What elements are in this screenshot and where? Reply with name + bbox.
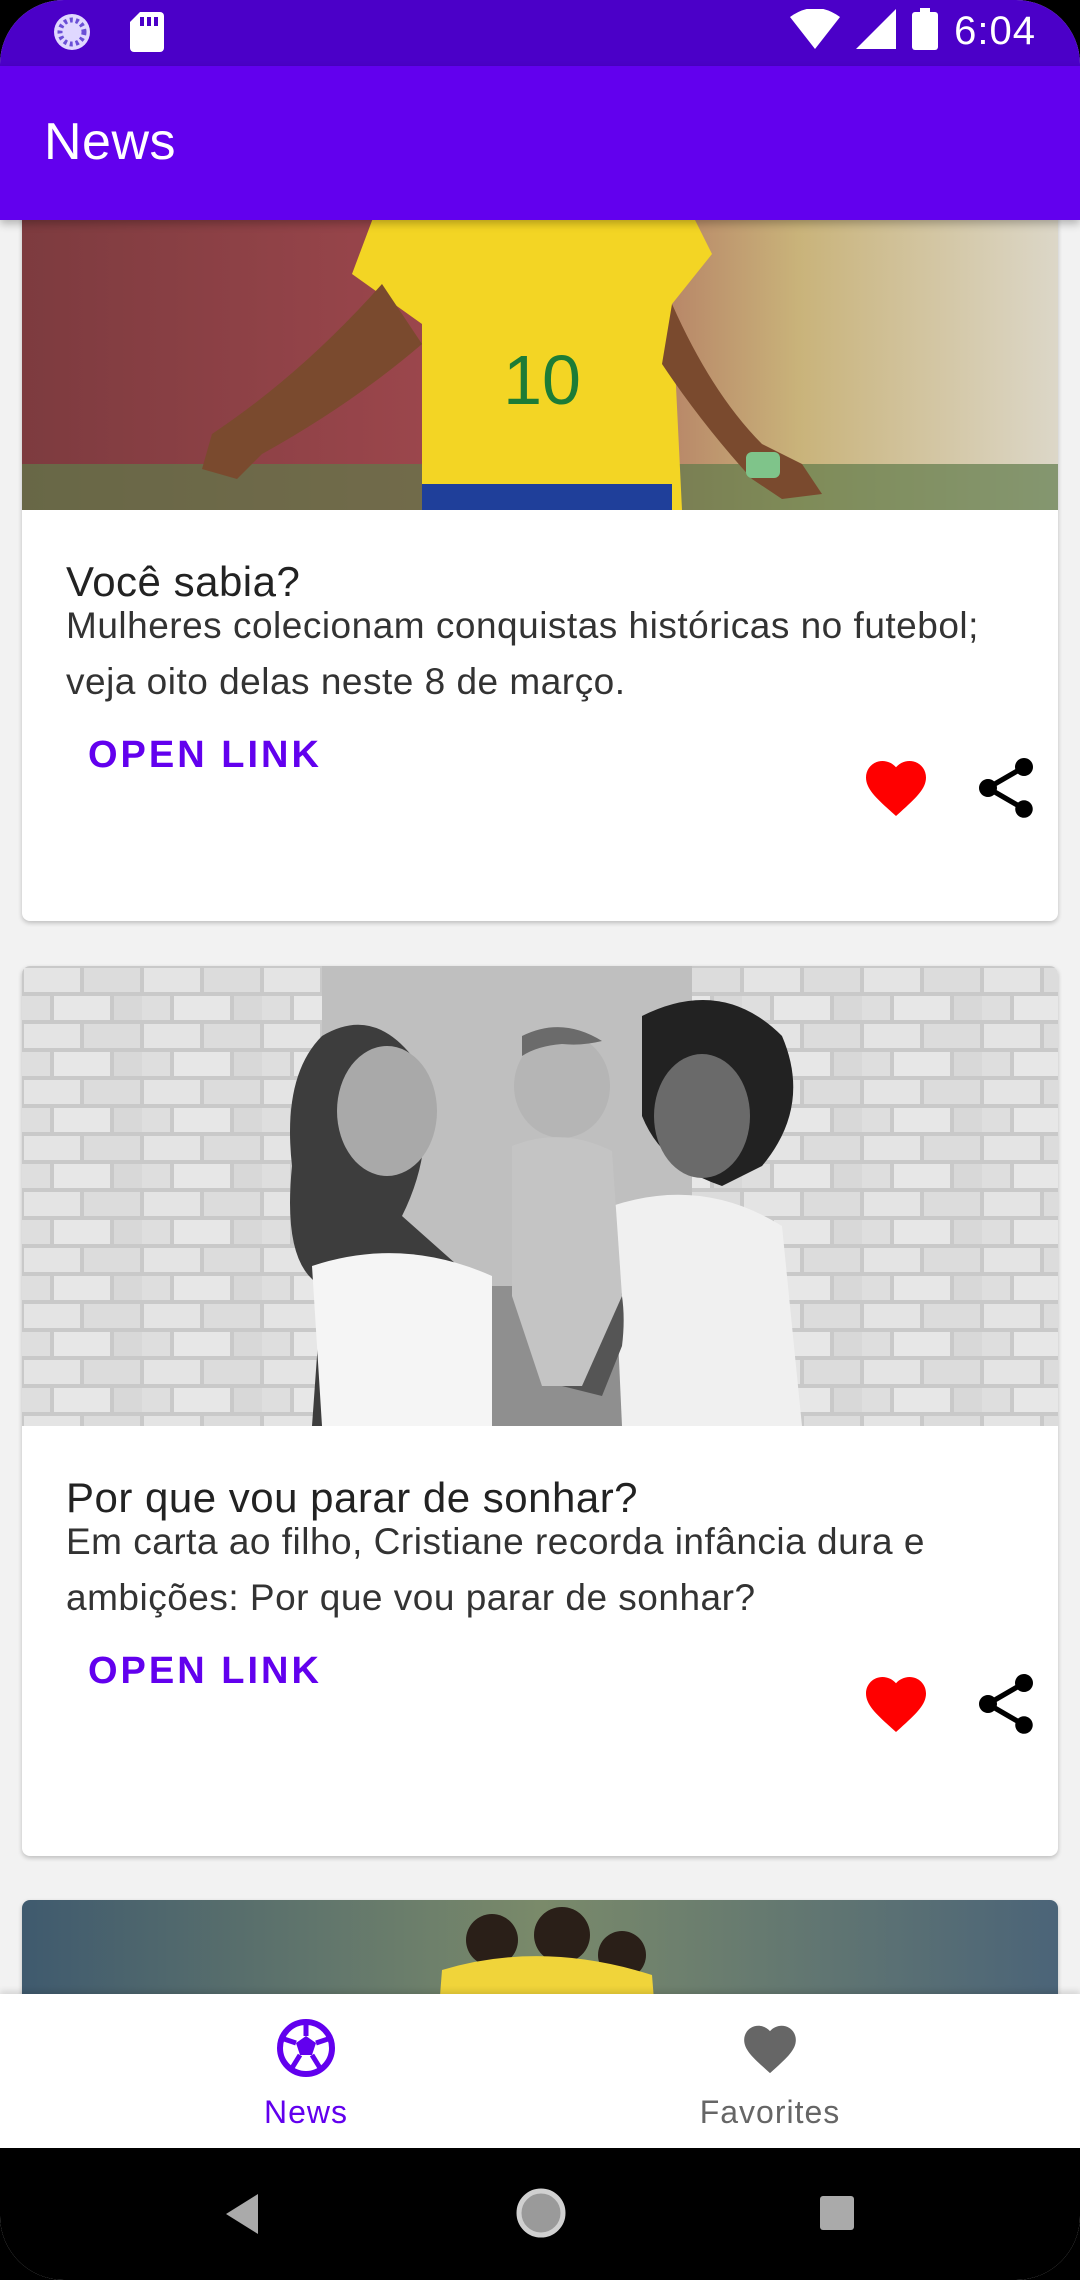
- news-card: 10 Você sabia? Mulheres colecionam conqu…: [22, 220, 1058, 921]
- svg-text:10: 10: [503, 341, 581, 419]
- share-button[interactable]: [970, 1668, 1042, 1740]
- wifi-icon: [790, 8, 841, 54]
- open-link-button[interactable]: OPEN LINK: [88, 1650, 322, 1693]
- status-bar: 6:04: [0, 0, 1080, 66]
- news-list[interactable]: 10 Você sabia? Mulheres colecionam conqu…: [0, 220, 1080, 1994]
- nav-label-favorites: Favorites: [699, 2094, 841, 2130]
- soccer-ball-icon: [276, 2018, 336, 2083]
- share-button[interactable]: [970, 752, 1042, 824]
- system-navigation-bar: [0, 2148, 1080, 2280]
- home-icon[interactable]: [514, 2186, 568, 2245]
- bottom-navigation: News Favorites: [0, 1994, 1080, 2148]
- signal-icon: [856, 9, 897, 54]
- nav-item-favorites[interactable]: Favorites: [500, 1994, 1040, 2148]
- open-link-button[interactable]: OPEN LINK: [88, 734, 322, 777]
- app-bar: News: [0, 66, 1080, 220]
- news-card: Por que vou parar de sonhar? Em carta ao…: [22, 966, 1058, 1856]
- share-icon: [970, 758, 1042, 828]
- heart-icon: [739, 2018, 801, 2085]
- battery-icon: [912, 8, 939, 55]
- recents-icon[interactable]: [818, 2194, 856, 2237]
- favorite-button[interactable]: [860, 752, 932, 824]
- share-icon: [970, 1674, 1042, 1744]
- news-image: [22, 1900, 1058, 1994]
- news-description: Em carta ao filho, Cristiane recorda inf…: [66, 1521, 925, 1618]
- back-icon[interactable]: [222, 2192, 262, 2241]
- nav-label-news: News: [263, 2094, 348, 2130]
- heart-icon: [860, 761, 932, 828]
- news-image: 10: [22, 220, 1058, 510]
- page-title: News: [44, 113, 177, 171]
- favorite-button[interactable]: [860, 1668, 932, 1740]
- nav-item-news[interactable]: News: [36, 1994, 576, 2148]
- news-card: [22, 1900, 1058, 1994]
- news-description: Mulheres colecionam conquistas histórica…: [66, 605, 979, 702]
- news-image: [22, 966, 1058, 1426]
- phone-screen: 6:04 News 10 Você sabia? Mulheres coleci…: [0, 0, 1080, 2280]
- status-time: 6:04: [954, 9, 1036, 53]
- heart-icon: [860, 1677, 932, 1744]
- sd-card-icon: [130, 12, 164, 57]
- sync-icon: [52, 12, 92, 57]
